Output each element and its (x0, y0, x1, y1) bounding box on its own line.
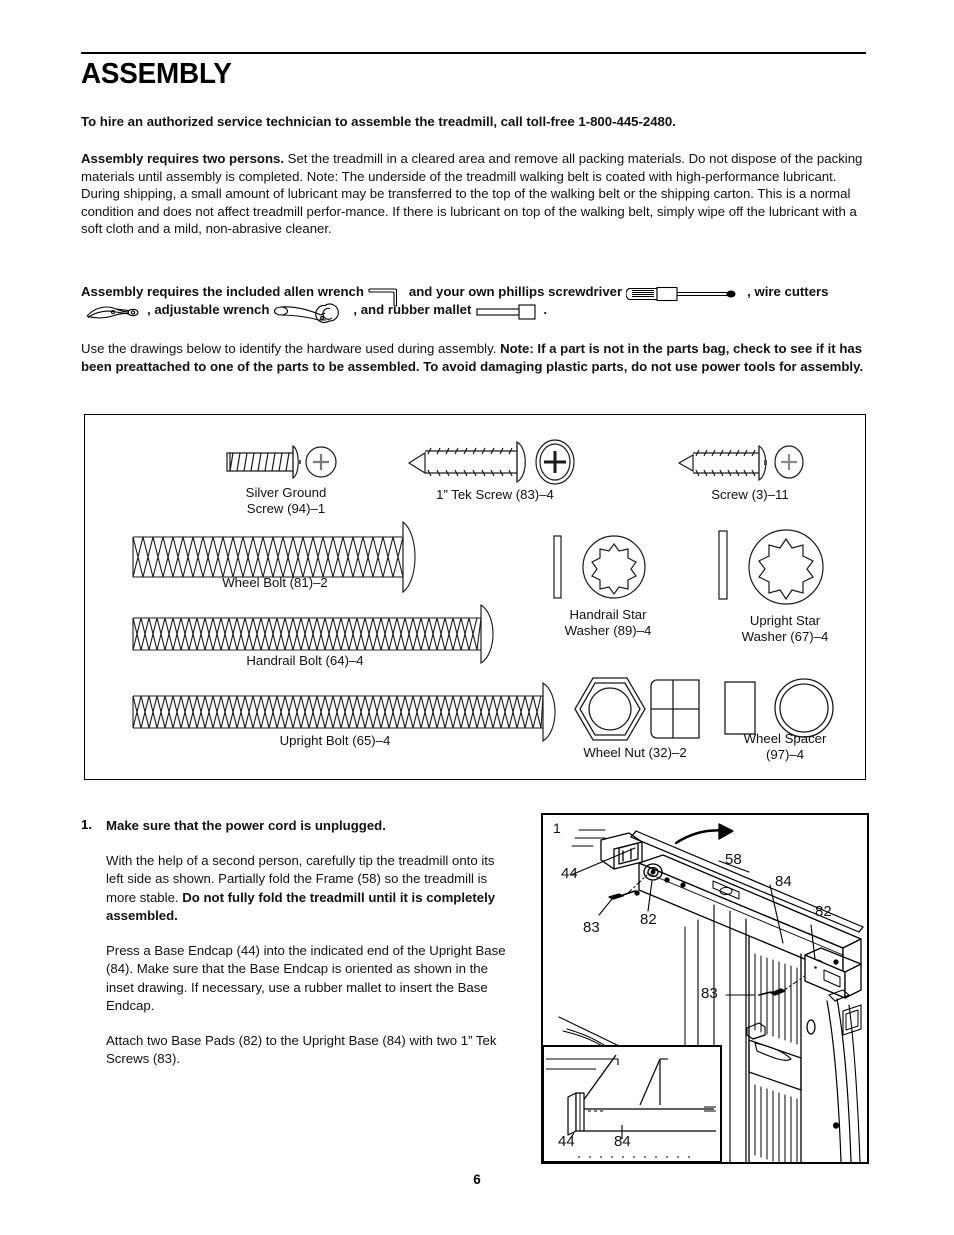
figure-callout-82-right: 82 (815, 903, 832, 920)
hardware-drawing-silver-ground-screw (221, 439, 349, 485)
step-1-body: Make sure that the power cord is unplugg… (106, 817, 506, 1069)
figure-inset-drawing: 44 84 (543, 1045, 722, 1162)
manual-page: ASSEMBLY To hire an authorized service t… (0, 0, 954, 1235)
hardware-caption-upright-star-washer: Upright Star Washer (67)–4 (741, 613, 829, 644)
hardware-caption-screw-3: Screw (3)–11 (711, 487, 789, 502)
page-title: ASSEMBLY (81, 58, 232, 90)
step-1-paragraph-3: Press a Base Endcap (44) into the indica… (106, 942, 506, 1014)
hardware-caption-wheel-spacer: Wheel Spacer (97)–4 (743, 731, 827, 762)
hardware-drawing-tek-screw (407, 437, 587, 487)
hardware-caption-handrail-bolt: Handrail Bolt (64)–4 (246, 653, 364, 668)
phillips-screwdriver-icon (626, 286, 744, 302)
step-1-heading: Make sure that the power cord is unplugg… (106, 818, 386, 833)
rubber-mallet-icon (475, 303, 541, 321)
hardware-drawing-handrail-star-washer (548, 530, 656, 606)
figure-callout-83-left: 83 (583, 919, 600, 936)
figure-callout-58: 58 (725, 851, 742, 868)
step-1-paragraph-2: With the help of a second person, carefu… (106, 852, 506, 926)
inset-callout-84: 84 (614, 1133, 631, 1150)
hardware-drawing-screw-3 (677, 441, 817, 485)
figure-callout-44: 44 (561, 865, 578, 882)
allen-wrench-icon (368, 286, 406, 308)
adjustable-wrench-icon (273, 303, 351, 323)
hardware-drawing-upright-star-washer (713, 525, 835, 611)
hardware-caption-tek-screw: 1” Tek Screw (83)–4 (436, 487, 554, 502)
header-rule (81, 52, 866, 54)
step-1-figure: 1 44 83 82 58 84 82 83 44 84 (541, 813, 869, 1164)
hardware-drawing-wheel-nut (555, 675, 707, 747)
tools-required-paragraph: Assembly requires the included allen wre… (81, 283, 876, 323)
tools-text-6: . (543, 301, 548, 317)
tools-text-4: , adjustable wrench (147, 301, 270, 317)
use-drawings-paragraph: Use the drawings below to identify the h… (81, 340, 871, 375)
inset-callout-44: 44 (558, 1133, 575, 1150)
hardware-caption-upright-bolt: Upright Bolt (65)–4 (279, 733, 391, 748)
hardware-caption-handrail-star-washer: Handrail Star Washer (89)–4 (564, 607, 652, 638)
assembly-requires-two-persons-paragraph: Assembly requires two persons. Set the t… (81, 150, 871, 238)
tools-text-3: , wire cutters (747, 284, 829, 299)
hardware-caption-wheel-bolt: Wheel Bolt (81)–2 (222, 575, 328, 590)
page-number: 6 (473, 1172, 481, 1187)
figure-callout-82-left: 82 (640, 911, 657, 928)
figure-callout-83-right: 83 (701, 985, 718, 1002)
figure-callout-84: 84 (775, 873, 792, 890)
step-1-paragraph-4: Attach two Base Pads (82) to the Upright… (106, 1032, 497, 1067)
service-technician-line: To hire an authorized service technician… (81, 114, 676, 129)
tools-text-1: Assembly requires the included allen wre… (81, 284, 364, 299)
wire-cutters-icon (85, 303, 145, 321)
hardware-identification-box: Silver Ground Screw (94)–1 1” Tek Screw … (84, 414, 866, 780)
hardware-caption-wheel-nut: Wheel Nut (32)–2 (583, 745, 687, 760)
hardware-caption-silver-ground-screw: Silver Ground Screw (94)–1 (245, 485, 327, 516)
use-drawings-plain: Use the drawings below to identify the h… (81, 341, 501, 356)
tools-text-2: and your own phillips screwdriver (408, 284, 623, 299)
two-persons-bold: Assembly requires two persons. (81, 151, 285, 166)
step-number: 1. (81, 817, 92, 832)
